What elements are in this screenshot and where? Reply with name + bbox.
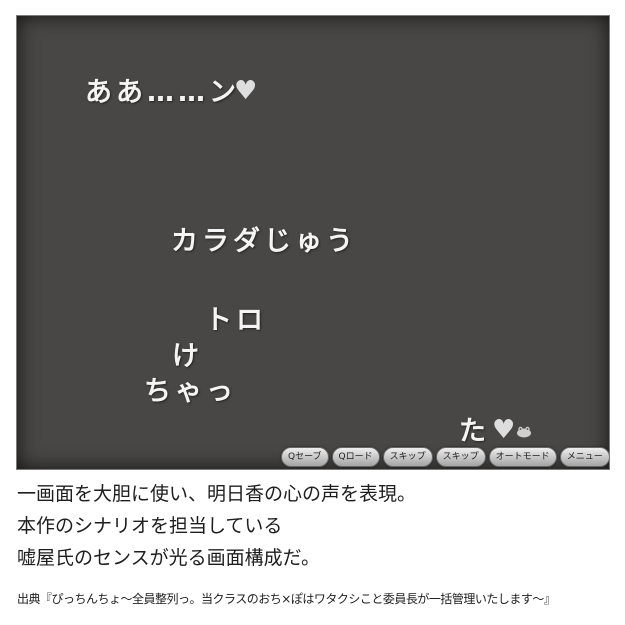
skip-all-button[interactable]: スキップ: [435, 447, 486, 467]
skip-button[interactable]: スキップ: [382, 447, 433, 467]
monologue-line: た: [459, 416, 490, 447]
monologue-line: トロ: [205, 305, 267, 336]
source-credit: 出典『ぴっちんちょ～全員整列っ。当クラスのおち×ぽはワタクシこと委員長が一括管理…: [17, 592, 556, 606]
monologue-line: け: [172, 341, 203, 372]
auto-mode-button[interactable]: オートモード: [488, 447, 557, 467]
heart-icon: ♥: [492, 415, 516, 445]
caption-line: 一画面を大胆に使い、明日香の心の声を表現。: [17, 483, 417, 505]
monologue-line: カラダじゅう: [171, 226, 357, 257]
caption-line: 嘘屋氏のセンスが光る画面構成だ。: [17, 547, 321, 569]
caption-line: 本作のシナリオを担当している: [17, 515, 283, 537]
quick-load-button[interactable]: Qロード: [331, 447, 380, 467]
monologue-line: ちゃっ: [144, 376, 237, 407]
frog-icon: [517, 426, 531, 438]
monologue-line: ああ……ン: [85, 77, 240, 108]
quick-save-button[interactable]: Qセーブ: [281, 447, 329, 467]
game-menu-bar: Qセーブ Qロード スキップ スキップ オートモード メニュー ×: [281, 447, 609, 467]
menu-button[interactable]: メニュー: [559, 447, 609, 467]
heart-icon: ♥: [234, 76, 258, 106]
game-screen: ああ……ン ♥ カラダじゅう トロ け ちゃっ た ♥ Qセーブ Qロード スキ…: [16, 15, 610, 470]
